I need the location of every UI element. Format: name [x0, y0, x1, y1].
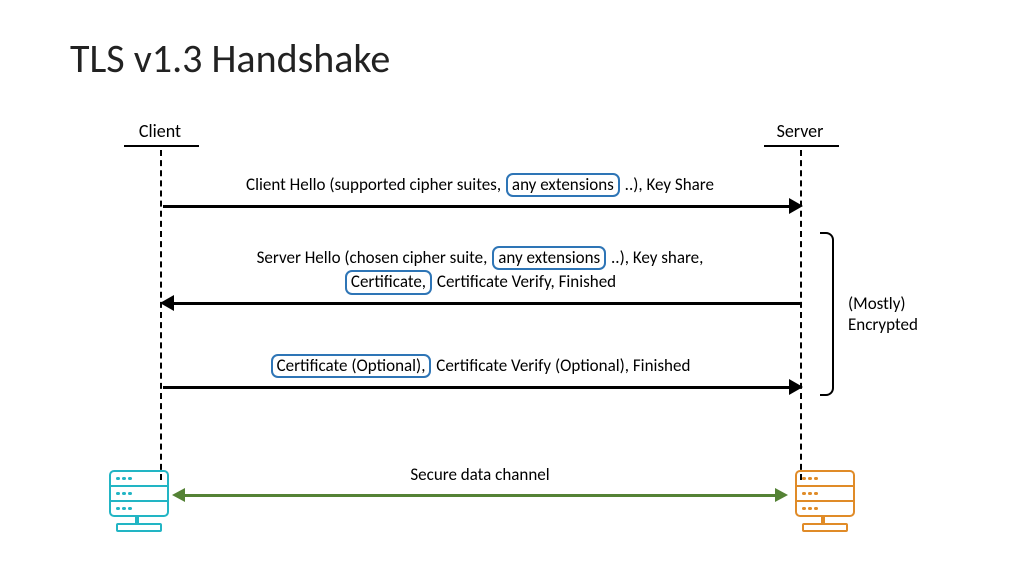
boxed-extensions-2: any extensions: [492, 246, 606, 270]
page-title: TLS v1.3 Handshake: [70, 34, 390, 83]
msg2-text: Server Hello (chosen cipher suite, any e…: [160, 246, 800, 295]
msg3-arrow: [163, 386, 790, 389]
secure-arrowhead-left: [172, 488, 185, 502]
encryption-annotation: (Mostly) Encrypted: [848, 293, 918, 336]
msg1-arrowhead: [789, 198, 803, 214]
boxed-certificate-optional: Certificate (Optional),: [271, 354, 432, 378]
client-lifeline: [160, 150, 162, 480]
client-server-icon: [109, 470, 169, 517]
boxed-extensions-1: any extensions: [506, 173, 620, 197]
msg3-arrowhead: [789, 379, 803, 395]
msg1-arrow: [163, 205, 790, 208]
msg3-text: Certificate (Optional), Certificate Veri…: [160, 354, 800, 378]
msg1-text: Client Hello (supported cipher suites, a…: [160, 173, 800, 197]
client-label: Client: [130, 120, 190, 142]
boxed-certificate-1: Certificate,: [345, 270, 432, 294]
secure-channel-text: Secure data channel: [160, 464, 800, 485]
server-underline: [764, 145, 839, 147]
server-server-icon: [795, 470, 855, 517]
secure-arrow: [185, 494, 775, 497]
secure-arrowhead-right: [775, 488, 788, 502]
msg2-arrow: [173, 302, 800, 305]
server-label: Server: [770, 120, 830, 142]
encryption-brace: [820, 232, 834, 396]
msg2-arrowhead: [160, 295, 174, 311]
client-underline: [124, 145, 199, 147]
